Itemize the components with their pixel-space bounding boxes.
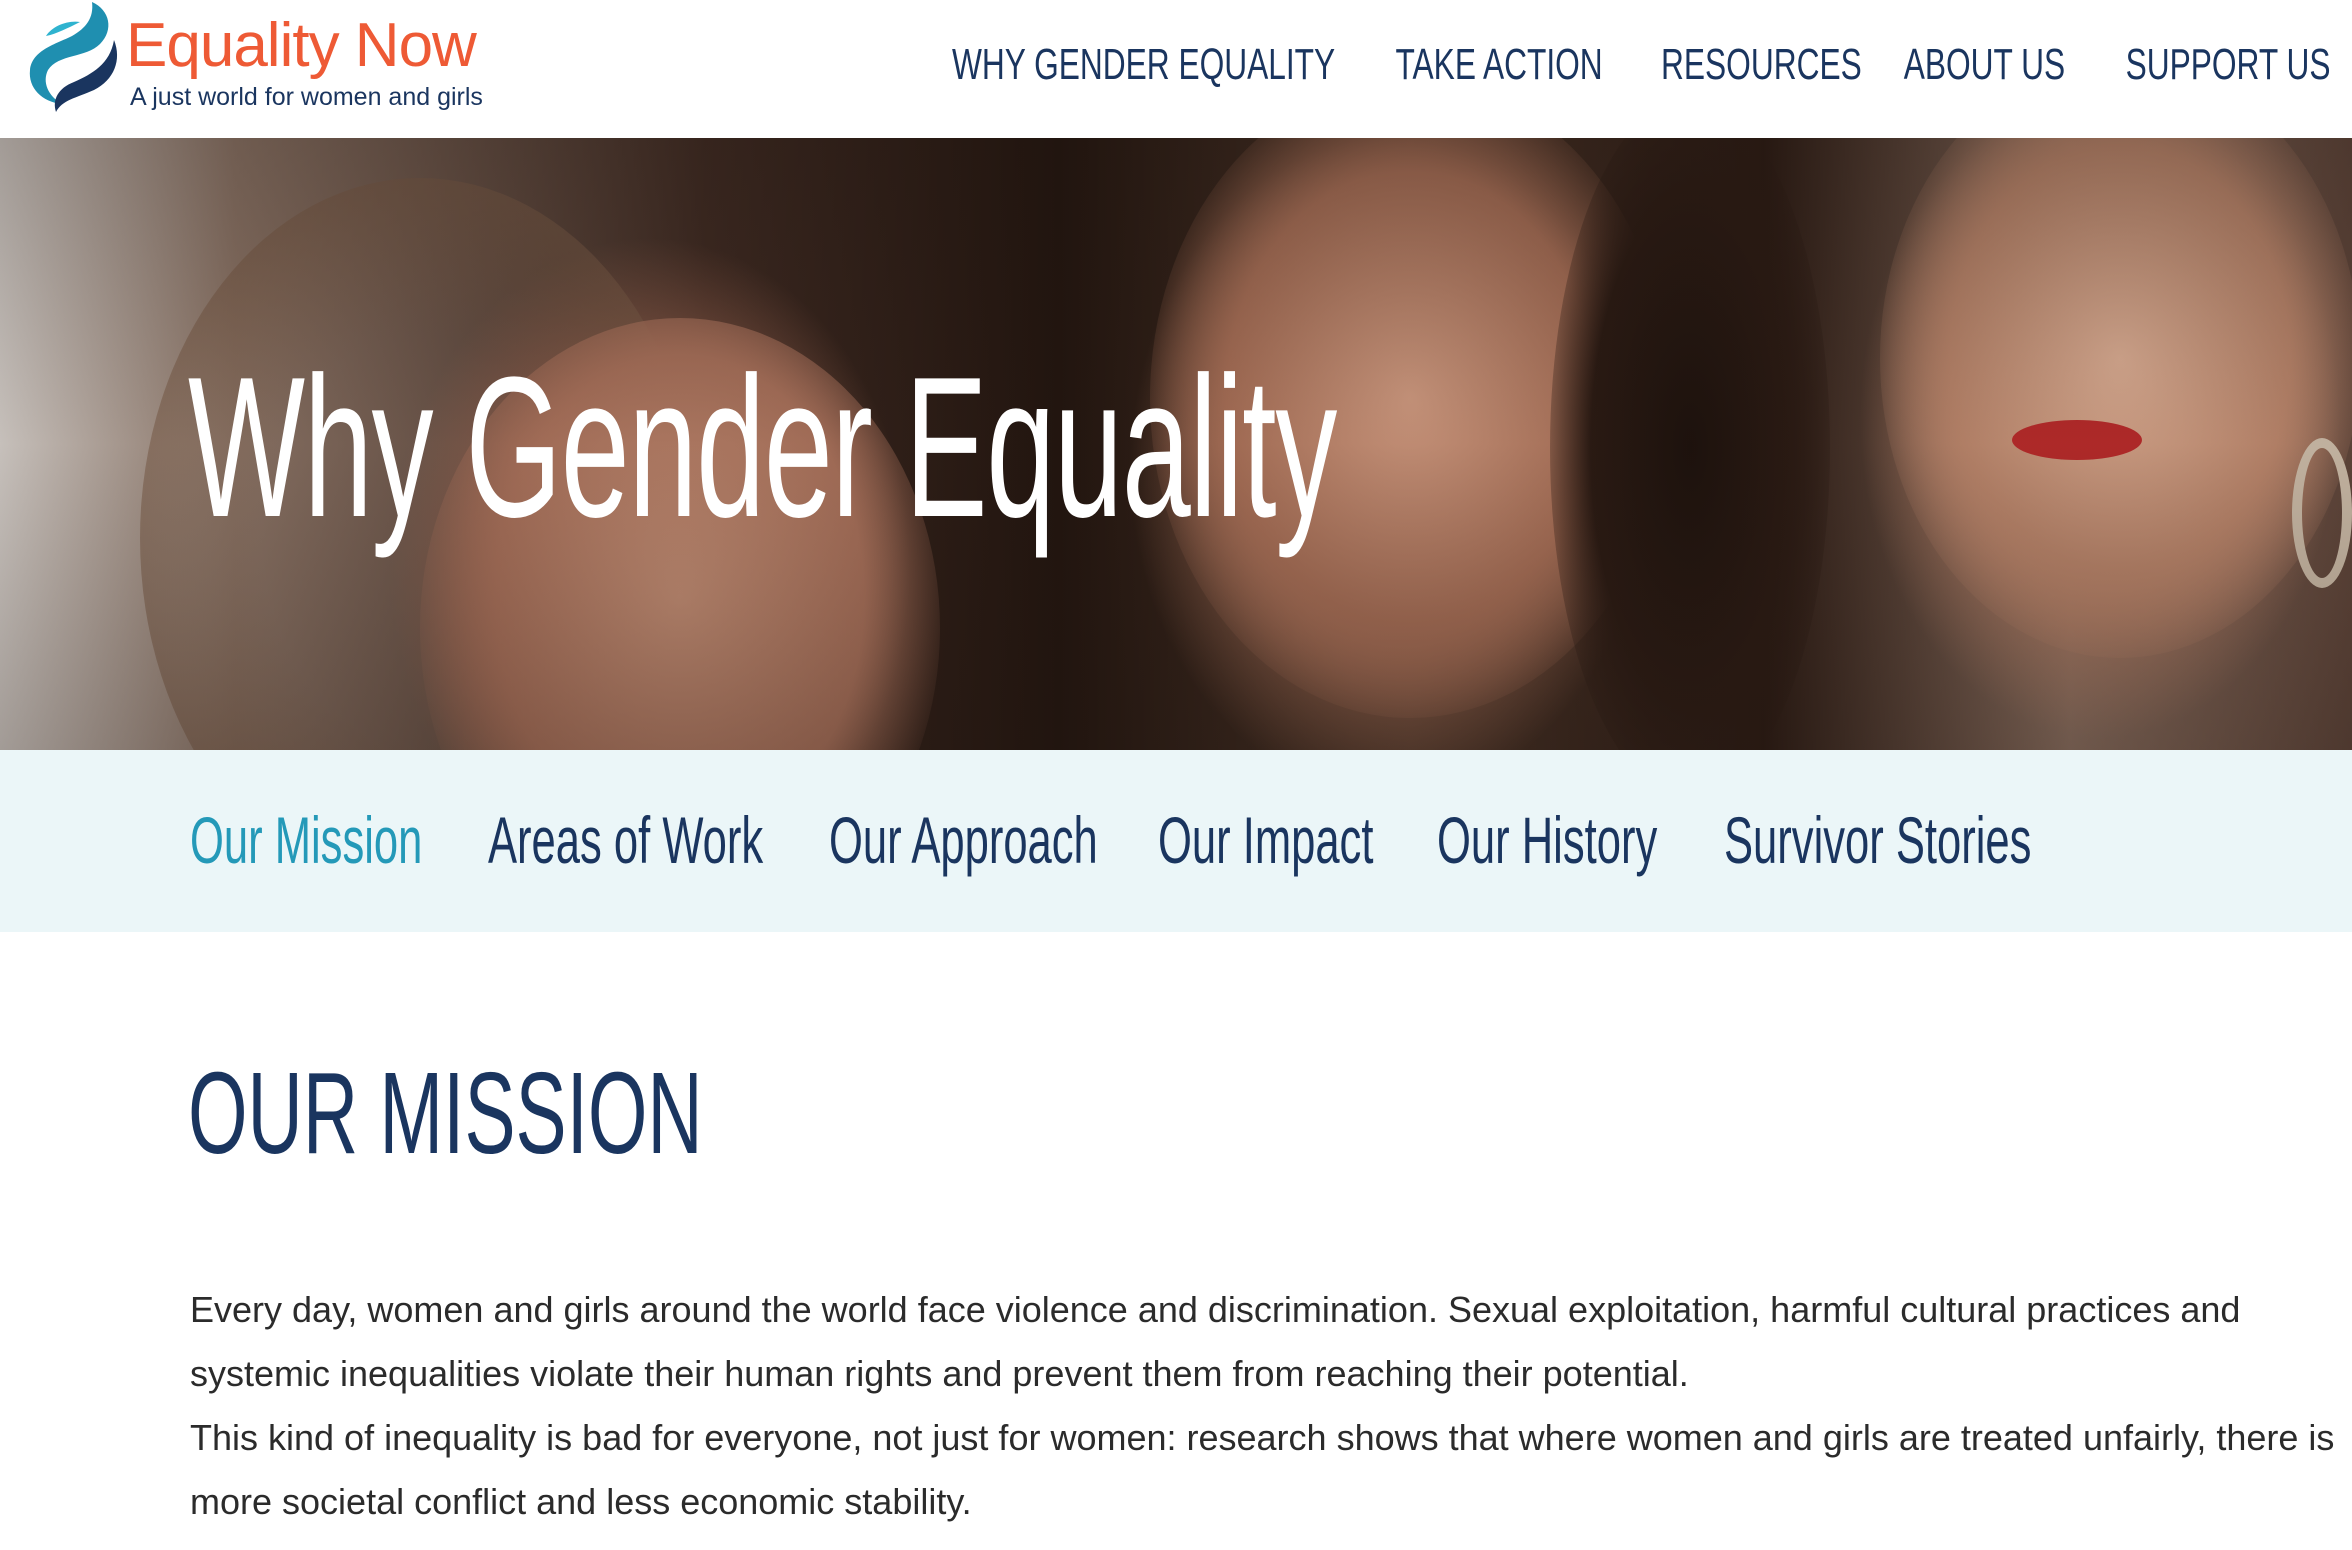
subnav-areas-of-work[interactable]: Areas of Work bbox=[488, 800, 763, 880]
mission-body: Every day, women and girls around the wo… bbox=[190, 1278, 2340, 1534]
hero-title: Why Gender Equality bbox=[188, 336, 1337, 559]
subnav-our-impact[interactable]: Our Impact bbox=[1158, 800, 1373, 880]
site-header: Equality Now A just world for women and … bbox=[0, 0, 2352, 138]
subnav-our-history[interactable]: Our History bbox=[1437, 800, 1657, 880]
main-nav: WHY GENDER EQUALITY TAKE ACTION RESOURCE… bbox=[883, 30, 2330, 100]
subnav-our-approach[interactable]: Our Approach bbox=[829, 800, 1098, 880]
section-sub-nav: Our Mission Areas of Work Our Approach O… bbox=[0, 750, 2352, 932]
logo-tagline: A just world for women and girls bbox=[130, 83, 483, 111]
subnav-survivor-stories[interactable]: Survivor Stories bbox=[1724, 800, 2031, 880]
nav-why-gender-equality[interactable]: WHY GENDER EQUALITY bbox=[952, 30, 1335, 100]
sub-nav-items: Our Mission Areas of Work Our Approach O… bbox=[190, 800, 2044, 880]
mission-paragraph-2: This kind of inequality is bad for every… bbox=[190, 1417, 2335, 1522]
nav-take-action[interactable]: TAKE ACTION bbox=[1396, 30, 1603, 100]
logo-name: Equality Now bbox=[126, 11, 477, 80]
subnav-our-mission[interactable]: Our Mission bbox=[190, 800, 422, 880]
nav-about-us[interactable]: ABOUT US bbox=[1904, 30, 2065, 100]
logo-link[interactable]: Equality Now A just world for women and … bbox=[22, 0, 502, 120]
nav-resources[interactable]: RESOURCES bbox=[1661, 30, 1862, 100]
mission-paragraph-1: Every day, women and girls around the wo… bbox=[190, 1289, 2241, 1394]
hero-banner: Why Gender Equality bbox=[0, 138, 2352, 750]
nav-support-us[interactable]: SUPPORT US bbox=[2125, 30, 2330, 100]
mission-heading: OUR MISSION bbox=[188, 1048, 703, 1178]
equality-now-logo-icon bbox=[29, 2, 118, 112]
